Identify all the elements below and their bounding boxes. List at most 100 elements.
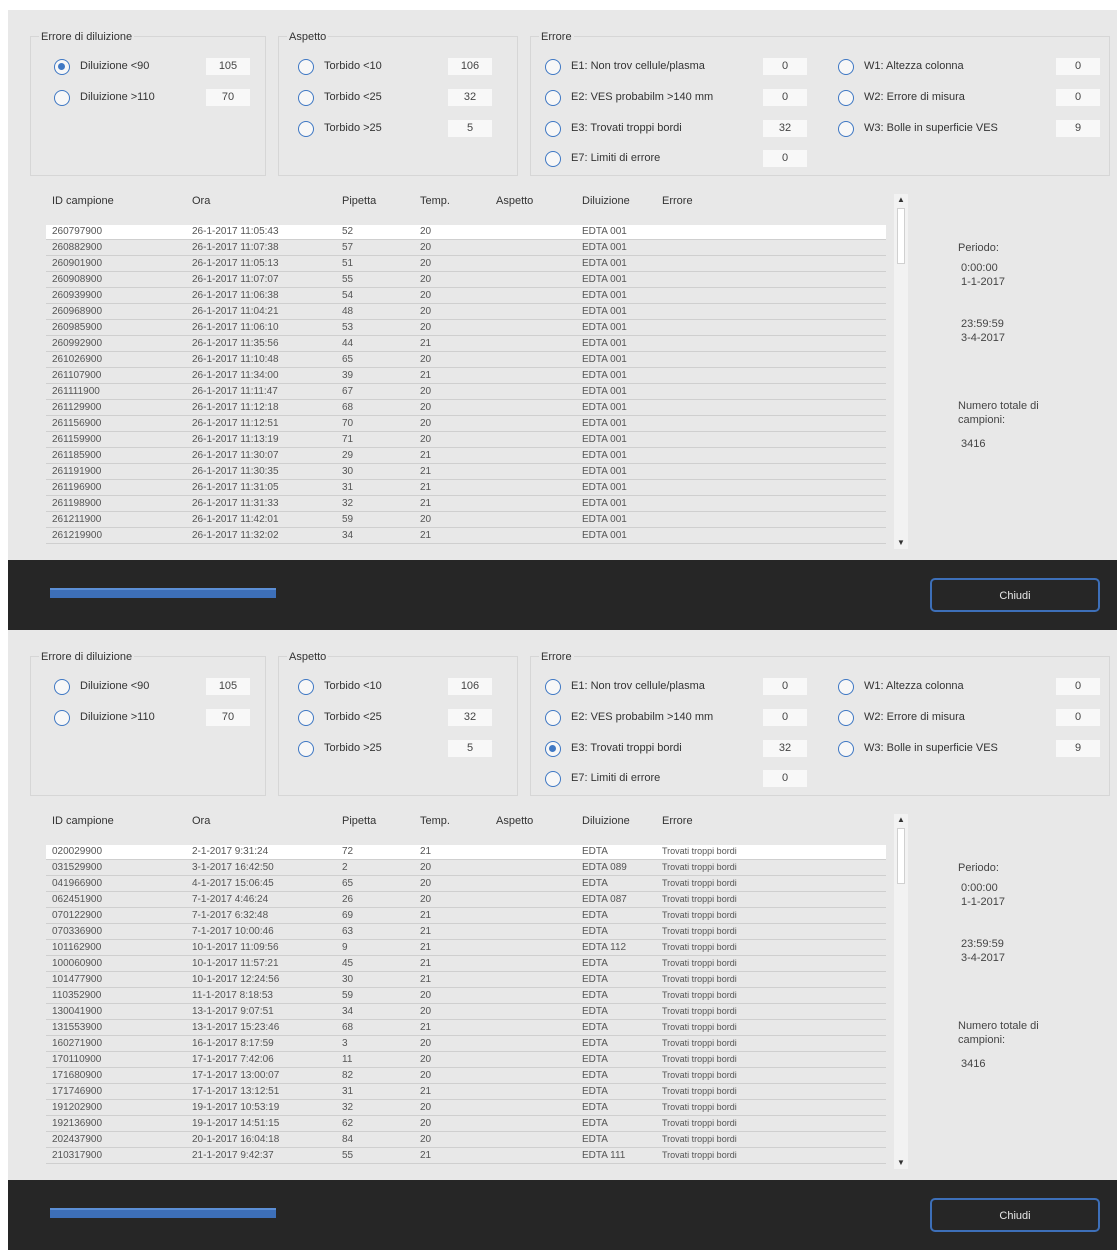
table-row[interactable]: 210317900 21-1-2017 9:42:37 55 21 EDTA 111 Tr…	[46, 1149, 886, 1164]
table-row[interactable]: 261111900 26-1-2017 11:11:47 67 20 EDTA 001	[46, 385, 886, 400]
radio-button[interactable]	[838, 59, 854, 75]
table-row[interactable]: 260939900 26-1-2017 11:06:38 54 20 EDTA 001	[46, 289, 886, 304]
col-temp-header[interactable]: Temp.	[420, 195, 450, 207]
table-row[interactable]: 260882900 26-1-2017 11:07:38 57 20 EDTA 001	[46, 241, 886, 256]
error-option[interactable]: E7: Limiti di errore 0	[545, 770, 807, 794]
table-row[interactable]: 261159900 26-1-2017 11:13:19 71 20 EDTA 001	[46, 433, 886, 448]
col-sample-id-header[interactable]: ID campione	[52, 195, 114, 207]
radio-button[interactable]	[838, 121, 854, 137]
table-row[interactable]: 261191900 26-1-2017 11:30:35 30 21 EDTA 001	[46, 465, 886, 480]
table-row[interactable]: 261196900 26-1-2017 11:31:05 31 21 EDTA 001	[46, 481, 886, 496]
aspect-option[interactable]: Torbido >25 5	[298, 740, 558, 764]
scroll-thumb[interactable]	[897, 208, 905, 264]
scroll-thumb[interactable]	[897, 828, 905, 884]
error-option[interactable]: E7: Limiti di errore 0	[545, 150, 807, 174]
error-option[interactable]: E2: VES probabilm >140 mm 0	[545, 709, 807, 733]
table-row[interactable]: 260797900 26-1-2017 11:05:43 52 20 EDTA 001	[46, 225, 886, 240]
scroll-up-icon[interactable]: ▲	[894, 814, 908, 826]
col-dilution-header[interactable]: Diluizione	[582, 815, 630, 827]
radio-button[interactable]	[54, 679, 70, 695]
col-sample-id-header[interactable]: ID campione	[52, 815, 114, 827]
radio-button[interactable]	[545, 90, 561, 106]
table-row[interactable]: 202437900 20-1-2017 16:04:18 84 20 EDTA Trova…	[46, 1133, 886, 1148]
table-row[interactable]: 041966900 4-1-2017 15:06:45 65 20 EDTA Trovat…	[46, 877, 886, 892]
table-row[interactable]: 101477900 10-1-2017 12:24:56 30 21 EDTA Trova…	[46, 973, 886, 988]
dilution-option[interactable]: Diluizione >110 70	[54, 89, 314, 113]
table-row[interactable]: 101162900 10-1-2017 11:09:56 9 21 EDTA 112 Tr…	[46, 941, 886, 956]
table-row[interactable]: 192136900 19-1-2017 14:51:15 62 20 EDTA Trova…	[46, 1117, 886, 1132]
col-error-header[interactable]: Errore	[662, 195, 693, 207]
radio-button[interactable]	[838, 741, 854, 757]
error-option[interactable]: E3: Trovati troppi bordi 32	[545, 740, 807, 764]
table-row[interactable]: 170110900 17-1-2017 7:42:06 11 20 EDTA Trovat…	[46, 1053, 886, 1068]
table-row[interactable]: 130041900 13-1-2017 9:07:51 34 20 EDTA Trovat…	[46, 1005, 886, 1020]
radio-button[interactable]	[54, 90, 70, 106]
scroll-down-icon[interactable]: ▼	[894, 537, 908, 549]
table-row[interactable]: 260908900 26-1-2017 11:07:07 55 20 EDTA 001	[46, 273, 886, 288]
close-button[interactable]: Chiudi	[930, 1198, 1100, 1232]
radio-button[interactable]	[298, 710, 314, 726]
dilution-option[interactable]: Diluizione <90 105	[54, 58, 314, 82]
table-row[interactable]: 260901900 26-1-2017 11:05:13 51 20 EDTA 001	[46, 257, 886, 272]
error-option[interactable]: E1: Non trov cellule/plasma 0	[545, 58, 807, 82]
table-row[interactable]: 261198900 26-1-2017 11:31:33 32 21 EDTA 001	[46, 497, 886, 512]
table-row[interactable]: 261026900 26-1-2017 11:10:48 65 20 EDTA 001	[46, 353, 886, 368]
table-row[interactable]: 261156900 26-1-2017 11:12:51 70 20 EDTA 001	[46, 417, 886, 432]
radio-button[interactable]	[545, 771, 561, 787]
aspect-option[interactable]: Torbido >25 5	[298, 120, 558, 144]
warning-option[interactable]: W3: Bolle in superficie VES 9	[838, 120, 1100, 144]
aspect-option[interactable]: Torbido <25 32	[298, 89, 558, 113]
table-row[interactable]: 031529900 3-1-2017 16:42:50 2 20 EDTA 089 Tro…	[46, 861, 886, 876]
radio-button[interactable]	[54, 710, 70, 726]
table-row[interactable]: 062451900 7-1-2017 4:46:24 26 20 EDTA 087 Tro…	[46, 893, 886, 908]
warning-option[interactable]: W2: Errore di misura 0	[838, 89, 1100, 113]
table-row[interactable]: 070122900 7-1-2017 6:32:48 69 21 EDTA Trovati…	[46, 909, 886, 924]
scroll-down-icon[interactable]: ▼	[894, 1157, 908, 1169]
col-dilution-header[interactable]: Diluizione	[582, 195, 630, 207]
col-temp-header[interactable]: Temp.	[420, 815, 450, 827]
radio-button[interactable]	[545, 741, 561, 757]
radio-button[interactable]	[298, 59, 314, 75]
table-row[interactable]: 260985900 26-1-2017 11:06:10 53 20 EDTA 001	[46, 321, 886, 336]
table-scrollbar[interactable]: ▲ ▼	[894, 194, 908, 549]
warning-option[interactable]: W2: Errore di misura 0	[838, 709, 1100, 733]
radio-button[interactable]	[298, 741, 314, 757]
warning-option[interactable]: W1: Altezza colonna 0	[838, 58, 1100, 82]
radio-button[interactable]	[298, 121, 314, 137]
radio-button[interactable]	[545, 679, 561, 695]
table-row[interactable]: 020029900 2-1-2017 9:31:24 72 21 EDTA Trovati…	[46, 845, 886, 860]
table-row[interactable]: 160271900 16-1-2017 8:17:59 3 20 EDTA Trovati…	[46, 1037, 886, 1052]
table-row[interactable]: 261107900 26-1-2017 11:34:00 39 21 EDTA 001	[46, 369, 886, 384]
table-row[interactable]: 131553900 13-1-2017 15:23:46 68 21 EDTA Trova…	[46, 1021, 886, 1036]
radio-button[interactable]	[838, 90, 854, 106]
radio-button[interactable]	[298, 90, 314, 106]
radio-button[interactable]	[545, 121, 561, 137]
table-row[interactable]: 260992900 26-1-2017 11:35:56 44 21 EDTA 001	[46, 337, 886, 352]
warning-option[interactable]: W3: Bolle in superficie VES 9	[838, 740, 1100, 764]
warning-option[interactable]: W1: Altezza colonna 0	[838, 678, 1100, 702]
table-row[interactable]: 261219900 26-1-2017 11:32:02 34 21 EDTA 001	[46, 529, 886, 544]
close-button[interactable]: Chiudi	[930, 578, 1100, 612]
table-scrollbar[interactable]: ▲ ▼	[894, 814, 908, 1169]
radio-button[interactable]	[54, 59, 70, 75]
col-time-header[interactable]: Ora	[192, 195, 210, 207]
col-aspect-header[interactable]: Aspetto	[496, 815, 533, 827]
table-row[interactable]: 191202900 19-1-2017 10:53:19 32 20 EDTA Trova…	[46, 1101, 886, 1116]
error-option[interactable]: E3: Trovati troppi bordi 32	[545, 120, 807, 144]
radio-button[interactable]	[298, 679, 314, 695]
dilution-option[interactable]: Diluizione >110 70	[54, 709, 314, 733]
table-row[interactable]: 261129900 26-1-2017 11:12:18 68 20 EDTA 001	[46, 401, 886, 416]
radio-button[interactable]	[838, 679, 854, 695]
col-aspect-header[interactable]: Aspetto	[496, 195, 533, 207]
aspect-option[interactable]: Torbido <25 32	[298, 709, 558, 733]
table-row[interactable]: 260968900 26-1-2017 11:04:21 48 20 EDTA 001	[46, 305, 886, 320]
table-row[interactable]: 261211900 26-1-2017 11:42:01 59 20 EDTA 001	[46, 513, 886, 528]
aspect-option[interactable]: Torbido <10 106	[298, 678, 558, 702]
col-time-header[interactable]: Ora	[192, 815, 210, 827]
col-pipette-header[interactable]: Pipetta	[342, 815, 376, 827]
aspect-option[interactable]: Torbido <10 106	[298, 58, 558, 82]
scroll-up-icon[interactable]: ▲	[894, 194, 908, 206]
table-row[interactable]: 171680900 17-1-2017 13:00:07 82 20 EDTA Trova…	[46, 1069, 886, 1084]
table-row[interactable]: 110352900 11-1-2017 8:18:53 59 20 EDTA Trovat…	[46, 989, 886, 1004]
radio-button[interactable]	[545, 151, 561, 167]
